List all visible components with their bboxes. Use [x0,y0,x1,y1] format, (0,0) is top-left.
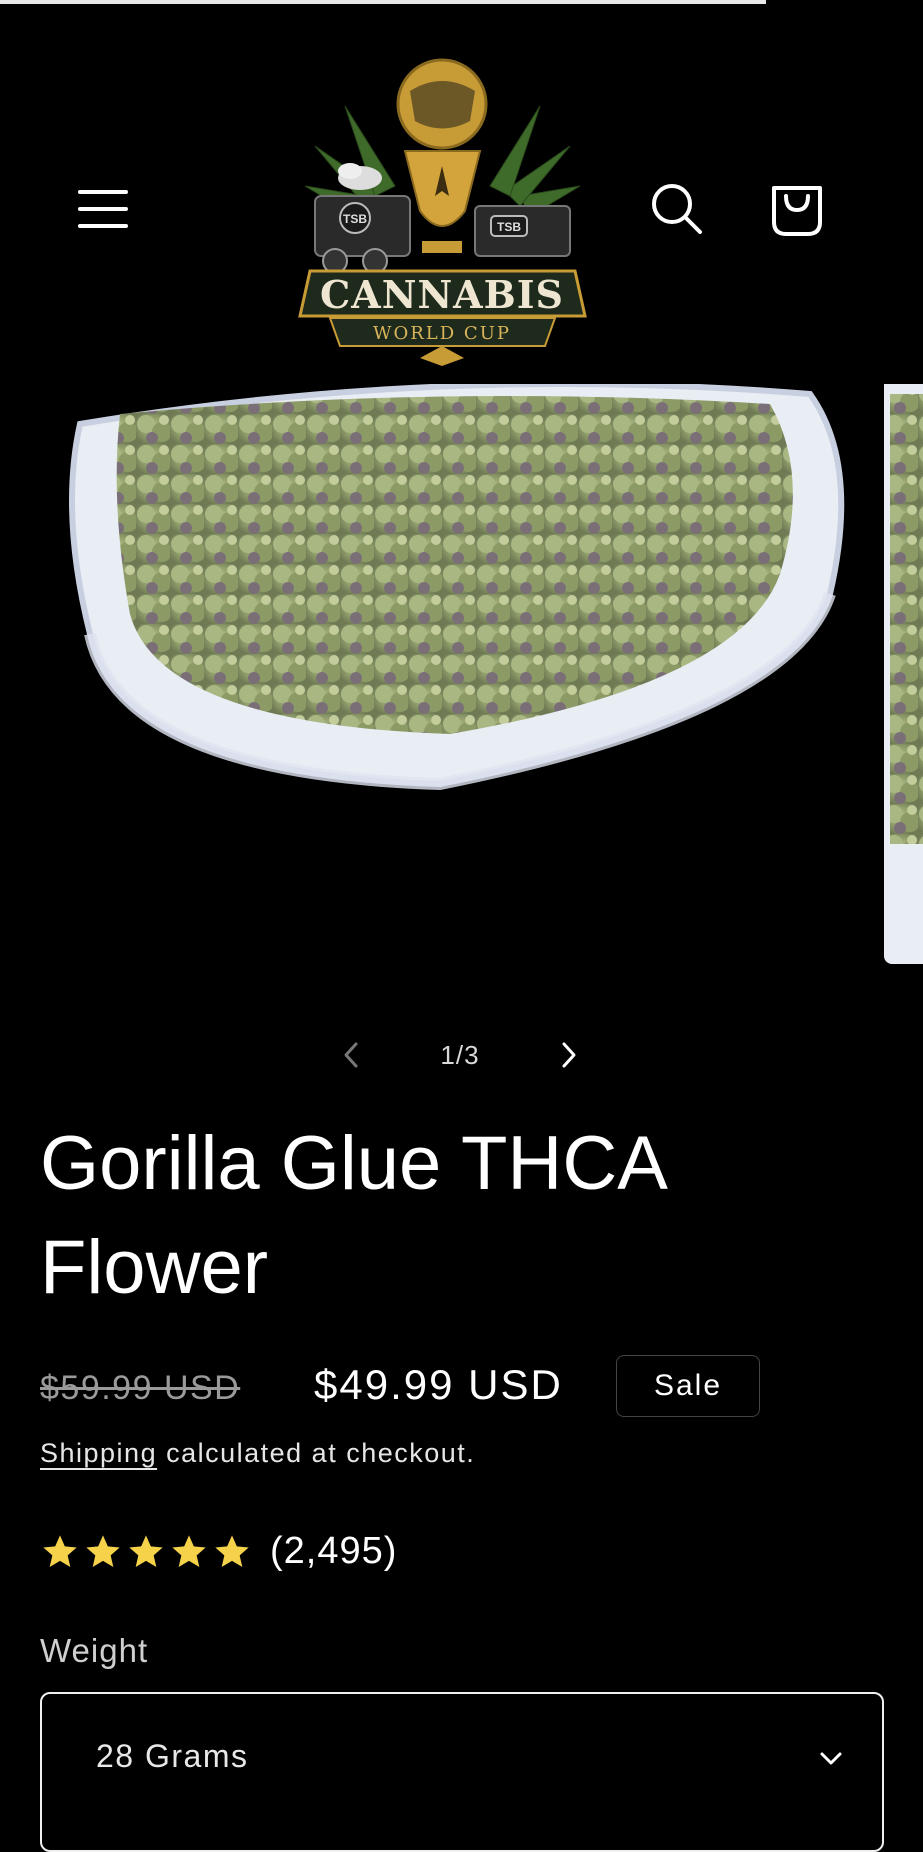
next-product-photo [884,384,923,964]
chevron-left-icon [344,1042,358,1068]
shipping-note: Shipping calculated at checkout. [40,1438,475,1469]
logo-title: CANNABIS [320,272,564,317]
product-photo [69,384,845,791]
product-image[interactable] [0,384,880,964]
weight-label: Weight [40,1632,149,1669]
logo-subtitle: WORLD CUP [373,323,511,344]
next-product-image-peek[interactable] [884,384,923,964]
search-icon [652,184,702,234]
menu-button[interactable] [72,178,134,240]
menu-icon [78,190,128,228]
star-icon [172,1535,206,1567]
logo-badge-right: TSB [497,220,521,234]
star-rating [40,1532,252,1572]
sale-price: $49.99 USD [314,1361,563,1408]
page-load-progress-fill [0,0,767,4]
product-gallery[interactable] [0,384,923,966]
star-icon [86,1535,120,1567]
star-icon [43,1535,77,1567]
gallery-pager: 1/3 [330,1030,590,1080]
previous-slide-button[interactable] [330,1030,370,1080]
chevron-down-icon [820,1752,842,1765]
slide-counter: 1/3 [440,1040,480,1070]
search-button[interactable] [646,178,708,240]
site-header: TSB TSB CANNABIS WORLD CUP [0,6,923,384]
weight-selected-value: 28 Grams [96,1738,249,1774]
product-rating[interactable]: (2,495) [40,1528,540,1578]
price-row: $59.99 USD $49.99 USD Sale [40,1355,880,1425]
sale-badge: Sale [616,1355,760,1417]
cannabis-world-cup-logo: TSB TSB CANNABIS WORLD CUP [298,58,587,366]
site-logo[interactable]: TSB TSB CANNABIS WORLD CUP [295,46,590,366]
weight-select[interactable]: 28 Grams [40,1692,884,1852]
shipping-note-text: calculated at checkout. [157,1438,476,1468]
cart-button[interactable] [764,176,830,242]
next-slide-button[interactable] [550,1030,590,1080]
logo-badge-left: TSB [343,212,367,226]
cart-icon [772,186,822,236]
chevron-right-icon [562,1042,576,1068]
compare-at-price: $59.99 USD [40,1369,241,1407]
star-icon [129,1535,163,1567]
star-icon [215,1535,249,1567]
product-title: Gorilla Glue THCA Flower [40,1121,664,1310]
shipping-link[interactable]: Shipping [40,1438,157,1468]
review-count: (2,495) [270,1530,398,1572]
